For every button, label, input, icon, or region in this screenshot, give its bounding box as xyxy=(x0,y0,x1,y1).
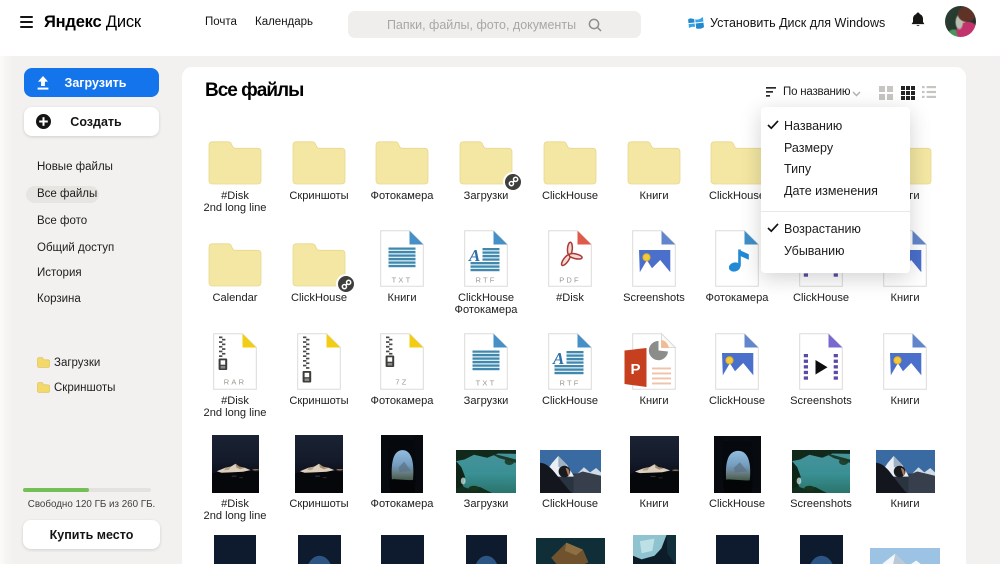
svg-text:TXT: TXT xyxy=(476,379,497,388)
svg-text:RAR: RAR xyxy=(224,378,246,387)
svg-text:RTF: RTF xyxy=(475,276,496,285)
svg-text:RTF: RTF xyxy=(559,379,580,388)
svg-text:7Z: 7Z xyxy=(395,378,408,387)
svg-text:P: P xyxy=(630,361,640,378)
svg-text:TXT: TXT xyxy=(392,276,413,285)
svg-text:PDF: PDF xyxy=(559,276,581,285)
